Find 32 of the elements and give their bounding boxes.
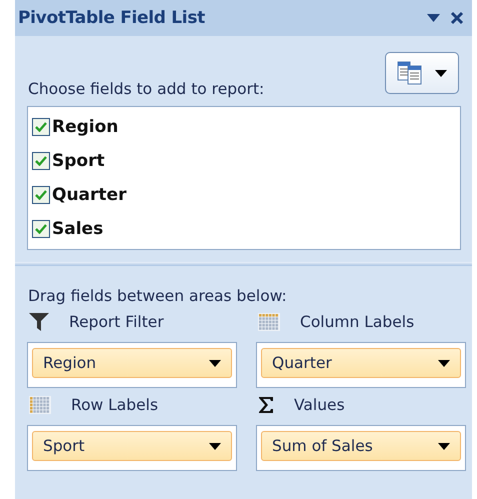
field-chip[interactable]: Sum of Sales: [261, 431, 461, 461]
field-chip[interactable]: Region: [32, 348, 232, 378]
layout-button[interactable]: [385, 52, 459, 94]
caret-icon: [438, 360, 450, 366]
filter-icon: [29, 313, 49, 331]
grid-icon: [258, 313, 280, 331]
field-chip[interactable]: Sport: [32, 431, 232, 461]
checkbox[interactable]: [32, 220, 50, 238]
checkbox[interactable]: [32, 186, 50, 204]
sections-icon: [397, 61, 423, 85]
choose-fields-label: Choose fields to add to report:: [28, 80, 264, 98]
area-label: Column Labels: [300, 313, 414, 331]
close-button[interactable]: [450, 11, 464, 25]
area-label: Values: [294, 396, 345, 414]
checkbox[interactable]: [32, 152, 50, 170]
area-label: Report Filter: [69, 313, 164, 331]
caret-icon: [209, 360, 221, 366]
panel-title: PivotTable Field List: [18, 8, 206, 28]
field-chip[interactable]: Quarter: [261, 348, 461, 378]
sigma-icon: [258, 397, 274, 413]
caret-icon: [435, 70, 447, 76]
area-label: Row Labels: [71, 396, 158, 414]
grid-icon: [29, 396, 51, 414]
field-name: Quarter: [52, 185, 126, 205]
dropdown-button[interactable]: [427, 14, 440, 22]
field-name: Sport: [52, 151, 105, 171]
field-name: Sales: [52, 219, 104, 239]
caret-icon: [209, 442, 221, 450]
field-name: Region: [52, 117, 118, 137]
checkbox[interactable]: [32, 118, 50, 136]
drag-fields-label: Drag fields between areas below:: [28, 287, 288, 305]
caret-icon: [438, 442, 450, 450]
